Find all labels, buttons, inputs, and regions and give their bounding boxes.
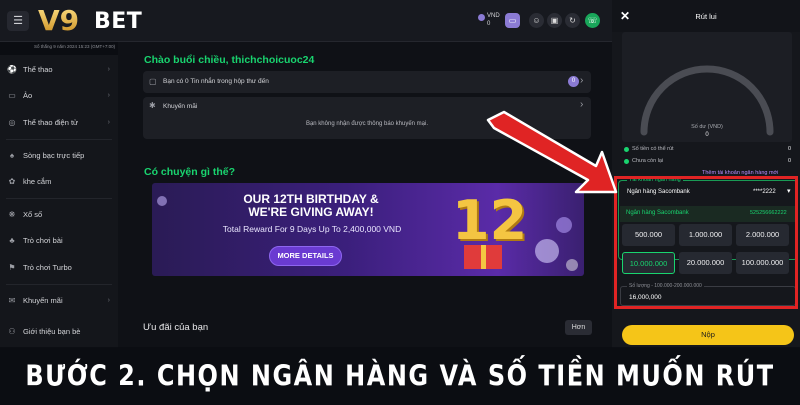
- gift-icon[interactable]: ▣: [547, 13, 562, 28]
- more-button[interactable]: Hơn: [565, 320, 592, 335]
- question-heading: Có chuyện gì thế?: [144, 166, 236, 178]
- sidebar-item-label: Trò chơi bài: [23, 235, 63, 245]
- currency-icon: [478, 14, 485, 21]
- step-caption: BƯỚC 2. CHỌN NGÂN HÀNG VÀ SỐ TIỀN MUỐN R…: [0, 347, 800, 405]
- v9-logo-icon: V9: [38, 4, 79, 36]
- gift-icon: ✉: [8, 295, 16, 305]
- inbox-count-badge: 0: [568, 76, 579, 87]
- sidebar-item-label: Thể thao điện tử: [23, 117, 79, 127]
- banner-title-line2: WE'RE GIVING AWAY!: [248, 205, 374, 219]
- greeting-heading: Chào buổi chiều, thichchoicuoc24: [144, 54, 315, 66]
- promotion-icon: ✱: [149, 101, 156, 110]
- sidebar-item-label: Trò chơi Turbo: [23, 262, 72, 272]
- chevron-right-icon: ›: [107, 91, 110, 99]
- withdrawable-dot: [624, 147, 629, 152]
- live-casino-icon: ♠: [9, 150, 15, 160]
- sidebar-item-turbo[interactable]: ⚑ Trò chơi Turbo: [0, 257, 118, 277]
- promotions-title: Khuyến mãi: [163, 103, 198, 110]
- remaining-value: 0: [788, 158, 792, 164]
- sidebar-item-virtual[interactable]: ▭ Ảo ›: [0, 85, 118, 105]
- sidebar-item-label: Giới thiệu bạn bè: [23, 326, 81, 336]
- chevron-right-icon: ›: [107, 296, 110, 304]
- currency-label: VND: [487, 13, 500, 19]
- inbox-text: Bạn có 0 Tin nhắn trong hộp thư đến: [163, 78, 269, 85]
- sidebar-item-sports[interactable]: ⚽ Thể thao ›: [0, 59, 118, 79]
- withdrawable-label: Số tiền có thể rút: [632, 146, 674, 152]
- svg-text:V9: V9: [38, 4, 79, 36]
- esports-icon: ◎: [8, 117, 16, 127]
- chevron-right-icon: ›: [107, 65, 110, 73]
- sidebar-item-label: Thể thao: [23, 64, 53, 74]
- red-arrow-icon: [486, 110, 618, 194]
- chevron-right-icon: ›: [107, 118, 110, 126]
- balance-label: Số dư (VND): [691, 124, 723, 130]
- banner-title: OUR 12TH BIRTHDAY & WE'RE GIVING AWAY!: [186, 193, 436, 219]
- offers-heading: Ưu đãi của bạn: [143, 322, 209, 333]
- balance-display[interactable]: VND 0: [478, 13, 500, 31]
- remaining-label: Chưa còn lại: [632, 158, 664, 164]
- sidebar-item-label: Xổ số: [23, 209, 43, 219]
- sidebar-divider: [6, 198, 112, 199]
- balance-gauge-card: Số dư (VND) 0: [622, 32, 792, 142]
- logo[interactable]: V9 BET: [36, 2, 156, 36]
- turbo-icon: ⚑: [8, 262, 16, 272]
- highlight-box: [614, 176, 798, 309]
- refresh-icon[interactable]: ↻: [565, 13, 580, 28]
- sidebar-item-lottery[interactable]: ❋ Xổ số: [0, 204, 118, 224]
- avatar-icon[interactable]: ☺: [529, 13, 544, 28]
- sidebar-divider: [6, 139, 112, 140]
- datetime-text: Số thắng 9 năm 2024 15:23 (GMT+7:00): [34, 44, 116, 49]
- sidebar-item-label: khe cắm: [23, 176, 52, 186]
- wallet-icon[interactable]: ▭: [505, 13, 520, 28]
- remaining-dot: [624, 159, 629, 164]
- cards-icon: ♣: [9, 235, 15, 245]
- withdraw-title: Rút lui: [695, 12, 717, 21]
- sidebar-item-label: Sòng bạc trực tiếp: [23, 150, 85, 160]
- sidebar-item-cards[interactable]: ♣ Trò chơi bài: [0, 230, 118, 250]
- sidebar-item-promotions[interactable]: ✉ Khuyến mãi ›: [0, 290, 118, 310]
- lottery-icon: ❋: [8, 209, 16, 219]
- inbox-card[interactable]: ▢ Bạn có 0 Tin nhắn trong hộp thư đến 0 …: [143, 71, 591, 93]
- balance-value: 0: [487, 21, 491, 27]
- logo-bet-text: BET: [94, 9, 143, 34]
- submit-button[interactable]: Nộp: [622, 325, 794, 345]
- sidebar-item-esports[interactable]: ◎ Thể thao điện tử ›: [0, 112, 118, 132]
- support-icon[interactable]: ☏: [585, 13, 600, 28]
- sidebar-item-live-casino[interactable]: ♠ Sòng bạc trực tiếp: [0, 145, 118, 165]
- sidebar-item-label: Khuyến mãi: [23, 295, 63, 305]
- inbox-icon: ▢: [149, 77, 157, 86]
- banner-subtitle: Total Reward For 9 Days Up To 2,400,000 …: [222, 224, 402, 234]
- sidebar-item-label: Ảo: [23, 90, 33, 100]
- sidebar-item-slots[interactable]: ✿ khe cắm: [0, 171, 118, 191]
- virtual-icon: ▭: [8, 90, 16, 100]
- balance-value: 0: [705, 132, 709, 138]
- more-details-button[interactable]: MORE DETAILS: [269, 246, 342, 266]
- sports-icon: ⚽: [7, 64, 17, 74]
- referral-icon: ⚇: [8, 326, 16, 336]
- sidebar-item-referral[interactable]: ⚇ Giới thiệu bạn bè: [0, 321, 118, 341]
- chevron-right-icon: ›: [580, 99, 584, 110]
- hamburger-menu-button[interactable]: ☰: [7, 11, 29, 31]
- chevron-right-icon: ›: [580, 75, 584, 86]
- slots-icon: ✿: [8, 176, 16, 186]
- withdrawable-value: 0: [788, 146, 792, 152]
- withdraw-header: ✕ Rút lui: [612, 0, 800, 32]
- sidebar-divider: [6, 284, 112, 285]
